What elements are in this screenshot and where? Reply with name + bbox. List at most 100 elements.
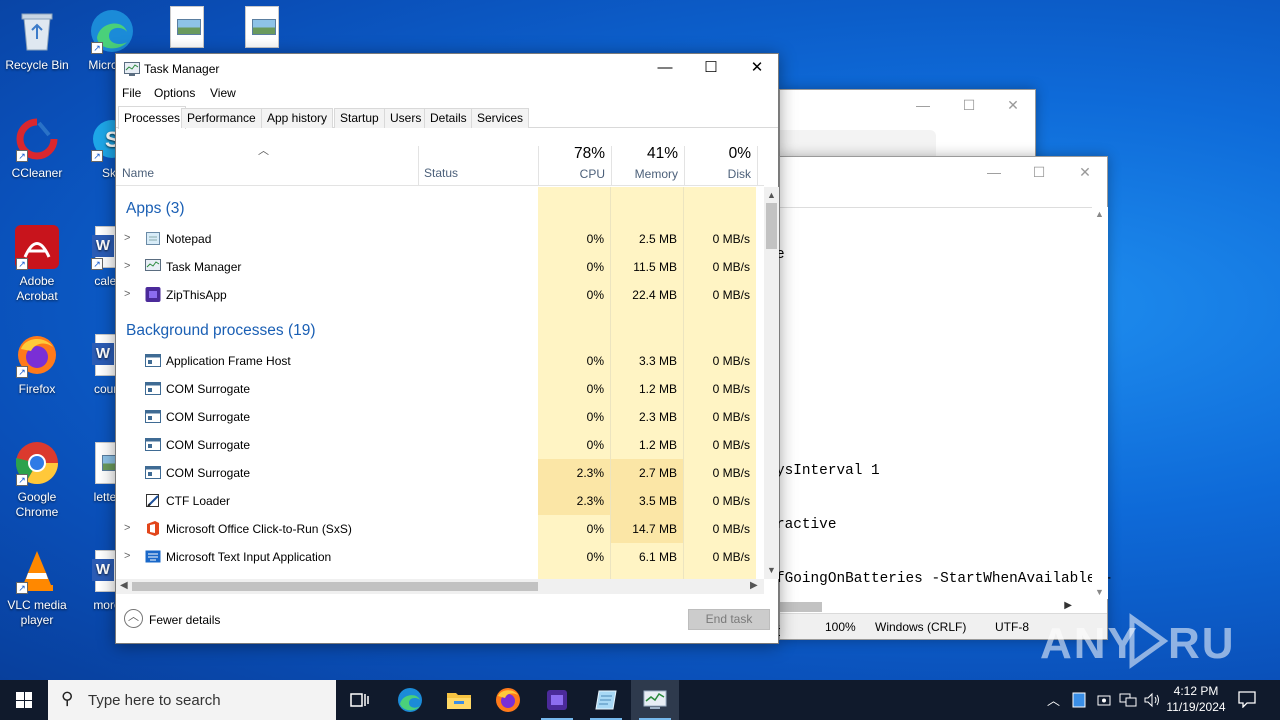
text-line bbox=[776, 354, 1113, 372]
expand-chevron-icon[interactable]: > bbox=[124, 232, 130, 244]
menu-file[interactable]: File bbox=[122, 86, 141, 100]
expand-chevron-icon[interactable]: > bbox=[124, 522, 130, 534]
tab-processes[interactable]: Processes bbox=[118, 106, 187, 129]
expand-chevron-icon[interactable]: > bbox=[124, 550, 130, 562]
column-memory[interactable]: Memory bbox=[610, 167, 678, 181]
adobe-acrobat-icon: ↗ bbox=[14, 224, 60, 270]
taskbar-task-manager[interactable] bbox=[631, 680, 679, 720]
tab-performance[interactable]: Performance bbox=[181, 108, 262, 128]
maximize-button[interactable]: ☐ bbox=[946, 90, 992, 120]
tab-startup[interactable]: Startup bbox=[334, 108, 385, 128]
notepad-back-tab[interactable] bbox=[780, 130, 936, 156]
show-hidden-icons-chevron-icon[interactable]: ︿ bbox=[1047, 690, 1060, 709]
process-list[interactable]: Apps (3) > Notepad 0% 2.5 MB 0 MB/s > Ta… bbox=[116, 187, 764, 579]
table-row[interactable]: > Task Manager 0% 11.5 MB 0 MB/s bbox=[116, 253, 764, 281]
desktop-icon-adobe-acrobat[interactable]: ↗ Adobe Acrobat bbox=[0, 224, 74, 304]
menu-view[interactable]: View bbox=[210, 86, 236, 100]
close-button[interactable]: ✕ bbox=[990, 90, 1036, 120]
group-background-header[interactable]: Background processes (19) bbox=[126, 322, 316, 340]
scroll-thumb[interactable] bbox=[766, 203, 777, 249]
desktop-icon-firefox[interactable]: ↗ Firefox bbox=[0, 332, 74, 397]
table-row[interactable]: CTF Loader 2.3% 3.5 MB 0 MB/s bbox=[116, 487, 764, 515]
table-row[interactable]: > Microsoft Text Input Application 0% 6.… bbox=[116, 543, 764, 571]
desktop-icon-recycle-bin[interactable]: Recycle Bin bbox=[0, 8, 74, 73]
network-icon[interactable] bbox=[1119, 692, 1137, 711]
taskbar-notepad[interactable] bbox=[582, 680, 630, 720]
column-name[interactable]: Name bbox=[122, 166, 154, 180]
process-list-vertical-scrollbar[interactable]: ▲ ▼ bbox=[764, 187, 779, 579]
chevron-up-icon[interactable]: ︿ bbox=[124, 609, 143, 628]
notepad-vertical-scrollbar[interactable]: ▲ ▼ bbox=[1092, 207, 1108, 599]
edge-icon bbox=[398, 688, 422, 712]
taskbar-edge[interactable] bbox=[386, 680, 434, 720]
scroll-up-arrow-icon[interactable]: ▲ bbox=[1095, 209, 1104, 219]
notepad-text-area[interactable]: e ysInterval 1 ractive fGoingOnBatteries… bbox=[776, 207, 1113, 641]
notifications-icon[interactable] bbox=[1238, 690, 1256, 711]
notepad-window-front[interactable]: — ☐ ✕ e ysInterval 1 ractive fGoingOnBat… bbox=[776, 156, 1113, 641]
column-disk[interactable]: Disk bbox=[683, 167, 751, 181]
expand-chevron-icon[interactable]: > bbox=[124, 288, 130, 300]
task-manager-titlebar[interactable]: Task Manager — ☐ ✕ bbox=[116, 54, 778, 84]
minimize-button[interactable]: — bbox=[971, 157, 1017, 187]
table-row[interactable]: Application Frame Host 0% 3.3 MB 0 MB/s bbox=[116, 347, 764, 375]
scroll-up-arrow-icon[interactable]: ▲ bbox=[767, 190, 776, 200]
taskbar-file-explorer[interactable] bbox=[435, 680, 483, 720]
desktop-icon-ccleaner[interactable]: ↗ CCleaner bbox=[0, 116, 74, 181]
table-row[interactable]: COM Surrogate 0% 2.3 MB 0 MB/s bbox=[116, 403, 764, 431]
table-row[interactable]: > Microsoft Office Click-to-Run (SxS) 0%… bbox=[116, 515, 764, 543]
sort-up-icon[interactable]: ︿ bbox=[258, 142, 269, 158]
tray-app-icon[interactable] bbox=[1072, 692, 1086, 711]
table-row[interactable]: > ZipThisApp 0% 22.4 MB 0 MB/s bbox=[116, 281, 764, 309]
scroll-thumb[interactable] bbox=[132, 582, 538, 591]
task-view-button[interactable] bbox=[336, 680, 384, 720]
table-row[interactable]: COM Surrogate 0% 1.2 MB 0 MB/s bbox=[116, 375, 764, 403]
taskbar-clock[interactable]: 4:12 PM 11/19/2024 bbox=[1160, 683, 1232, 715]
task-manager-window[interactable]: Task Manager — ☐ ✕ File Options View Pro… bbox=[115, 53, 779, 644]
memory-total-percent[interactable]: 41% bbox=[610, 145, 678, 163]
notepad-front-titlebar[interactable]: — ☐ ✕ bbox=[780, 157, 1107, 189]
desktop-icon-vlc[interactable]: ↗ VLC media player bbox=[0, 548, 74, 628]
table-row[interactable]: COM Surrogate 0% 1.2 MB 0 MB/s bbox=[116, 431, 764, 459]
process-memory: 1.2 MB bbox=[638, 438, 677, 452]
tab-users[interactable]: Users bbox=[384, 108, 428, 128]
scroll-thumb[interactable] bbox=[780, 602, 822, 612]
desktop-icon-image-file-2[interactable] bbox=[225, 4, 299, 54]
column-cpu[interactable]: CPU bbox=[537, 167, 605, 181]
table-row[interactable]: > Notepad 0% 2.5 MB 0 MB/s bbox=[116, 225, 764, 253]
close-button[interactable]: ✕ bbox=[1062, 157, 1108, 187]
notepad-back-titlebar[interactable]: — ☐ ✕ bbox=[780, 90, 1035, 122]
minimize-button[interactable]: — bbox=[900, 90, 946, 120]
fewer-details-link[interactable]: Fewer details bbox=[149, 613, 220, 627]
volume-icon[interactable] bbox=[1143, 692, 1161, 711]
process-list-horizontal-scrollbar[interactable]: ◀ ▶ bbox=[116, 579, 764, 594]
close-button[interactable]: ✕ bbox=[734, 54, 780, 84]
scroll-down-arrow-icon[interactable]: ▼ bbox=[767, 565, 776, 575]
expand-chevron-icon[interactable]: > bbox=[124, 260, 130, 272]
end-task-button[interactable]: End task bbox=[688, 609, 770, 630]
start-button[interactable] bbox=[0, 680, 48, 720]
column-status[interactable]: Status bbox=[424, 166, 458, 180]
group-apps-header[interactable]: Apps (3) bbox=[126, 200, 185, 218]
maximize-button[interactable]: ☐ bbox=[1016, 157, 1062, 187]
disk-total-percent[interactable]: 0% bbox=[683, 145, 751, 163]
table-row[interactable]: COM Surrogate 2.3% 2.7 MB 0 MB/s bbox=[116, 459, 764, 487]
desktop-icon-image-file-1[interactable] bbox=[150, 4, 224, 54]
maximize-button[interactable]: ☐ bbox=[688, 54, 734, 84]
tab-services[interactable]: Services bbox=[471, 108, 530, 128]
taskbar-zipthisapp[interactable] bbox=[533, 680, 581, 720]
scroll-down-arrow-icon[interactable]: ▼ bbox=[1095, 587, 1104, 597]
menu-options[interactable]: Options bbox=[154, 86, 195, 100]
process-cpu: 2.3% bbox=[576, 494, 604, 508]
taskbar-firefox[interactable] bbox=[484, 680, 532, 720]
minimize-button[interactable]: — bbox=[642, 54, 688, 84]
taskbar-search-box[interactable]: ⚲ Type here to search bbox=[48, 680, 336, 720]
scroll-right-arrow-icon[interactable]: ▶ bbox=[750, 580, 758, 591]
tray-security-icon[interactable] bbox=[1096, 692, 1112, 711]
tab-details[interactable]: Details bbox=[424, 108, 473, 128]
scroll-left-arrow-icon[interactable]: ◀ bbox=[120, 580, 128, 591]
desktop-icon-google-chrome[interactable]: ↗ Google Chrome bbox=[0, 440, 74, 520]
cpu-total-percent[interactable]: 78% bbox=[537, 145, 605, 163]
tab-app-history[interactable]: App history bbox=[261, 108, 334, 128]
process-name: Microsoft Text Input Application bbox=[166, 550, 332, 564]
ccleaner-icon: ↗ bbox=[14, 116, 60, 162]
